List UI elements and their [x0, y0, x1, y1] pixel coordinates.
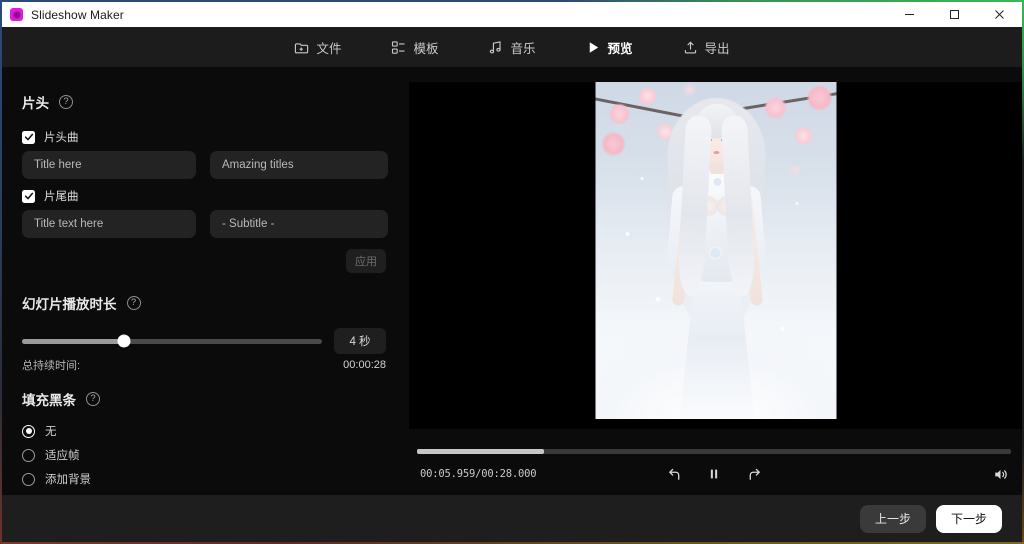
opening-title-checkbox-label: 片头曲: [44, 129, 79, 145]
duration-slider-fill: [22, 339, 124, 344]
duration-value-box: 4 秒: [334, 328, 386, 354]
playback-progress-fill: [417, 449, 544, 454]
ending-title-checkbox-row[interactable]: 片尾曲: [22, 188, 79, 204]
duration-section-header: 幻灯片播放时长 ?: [22, 293, 141, 313]
opening-title-checkbox[interactable]: [22, 131, 35, 144]
ending-title-checkbox-label: 片尾曲: [44, 188, 79, 204]
blackbar-option-none-label: 无: [45, 423, 57, 439]
help-icon-intro[interactable]: ?: [59, 95, 73, 109]
pause-icon[interactable]: [704, 465, 724, 483]
blackbar-option-none[interactable]: 无: [22, 423, 57, 439]
toolbar-item-file[interactable]: 文件: [284, 33, 351, 62]
help-icon-duration[interactable]: ?: [127, 296, 141, 310]
blackbar-section-header: 填充黑条 ?: [22, 389, 100, 409]
waist-gem: [710, 248, 720, 258]
blackbar-section-title: 填充黑条: [22, 389, 76, 409]
maximize-icon[interactable]: [932, 2, 977, 27]
music-note-icon: [488, 40, 503, 55]
ending-title-input[interactable]: [22, 210, 196, 238]
ending-title-checkbox[interactable]: [22, 190, 35, 203]
blackbar-option-background[interactable]: 添加背景: [22, 471, 91, 487]
playback-progress-bar[interactable]: [417, 449, 1011, 454]
toolbar-item-template[interactable]: 模板: [381, 33, 448, 62]
radio-fit-frame[interactable]: [22, 449, 35, 462]
ending-fields-row: [22, 210, 388, 238]
volume-icon[interactable]: [990, 465, 1010, 483]
transport-controls: [406, 465, 1022, 483]
toolbar-item-preview-label: 预览: [608, 38, 633, 57]
player-controls: 00:05.959/00:28.000: [406, 436, 1022, 495]
snow-particle: [625, 232, 629, 236]
snow-particle: [795, 202, 798, 205]
next-step-button[interactable]: 下一步: [936, 505, 1002, 533]
snow-particle: [655, 297, 660, 302]
rewind-arrow-icon[interactable]: [664, 465, 684, 483]
preview-media: [595, 82, 836, 419]
opening-title-input[interactable]: [22, 151, 196, 179]
ending-subtitle-input[interactable]: [210, 210, 388, 238]
intro-section-header: 片头 ?: [22, 92, 73, 112]
radio-add-background[interactable]: [22, 473, 35, 486]
toolbar-item-music-label: 音乐: [510, 38, 535, 57]
duration-section-title: 幻灯片播放时长: [22, 293, 117, 313]
minimize-icon[interactable]: [887, 2, 932, 27]
total-duration-label: 总持续时间:: [22, 357, 80, 373]
toolbar-item-template-label: 模板: [413, 38, 438, 57]
radio-none[interactable]: [22, 425, 35, 438]
toolbar-item-file-label: 文件: [316, 38, 341, 57]
play-icon: [586, 40, 601, 55]
forward-arrow-icon[interactable]: [744, 465, 764, 483]
snow-particle: [640, 177, 643, 180]
intro-section-title: 片头: [22, 92, 49, 112]
window-title: Slideshow Maker: [31, 8, 124, 22]
blackbar-option-fit[interactable]: 适应帧: [22, 447, 80, 463]
window-controls: [887, 2, 1022, 27]
export-icon: [683, 40, 698, 55]
application-window: Slideshow Maker 文件: [0, 0, 1024, 544]
flower-app-icon: [10, 8, 23, 21]
file-add-icon: [294, 40, 309, 55]
total-duration-row: 总持续时间: 00:00:28: [22, 357, 386, 373]
duration-slider[interactable]: [22, 339, 322, 344]
window-border-top: [0, 0, 1024, 2]
apply-button[interactable]: 应用: [346, 249, 386, 273]
toolbar-item-music[interactable]: 音乐: [478, 33, 545, 62]
blackbar-option-fit-label: 适应帧: [45, 447, 80, 463]
opening-fields-row: [22, 151, 388, 179]
total-duration-value: 00:00:28: [343, 359, 386, 371]
toolbar-item-export[interactable]: 导出: [673, 33, 740, 62]
previous-step-button[interactable]: 上一步: [860, 505, 926, 533]
footer-bar: 上一步 下一步: [2, 495, 1022, 542]
blackbar-option-background-label: 添加背景: [45, 471, 91, 487]
main-toolbar: 文件 模板 音乐: [2, 27, 1022, 67]
video-preview-stage[interactable]: [409, 82, 1022, 429]
character-figure: [595, 82, 836, 419]
close-icon[interactable]: [977, 2, 1022, 27]
duration-slider-row: 4 秒: [22, 328, 386, 354]
opening-title-checkbox-row[interactable]: 片头曲: [22, 129, 79, 145]
toolbar-item-export-label: 导出: [705, 38, 730, 57]
snow-particle: [780, 327, 784, 331]
necklace-gem: [713, 178, 721, 186]
title-bar: Slideshow Maker: [2, 2, 1022, 27]
toolbar-item-preview[interactable]: 预览: [576, 33, 643, 62]
opening-subtitle-input[interactable]: [210, 151, 388, 179]
duration-slider-thumb[interactable]: [118, 335, 131, 348]
mouth: [713, 151, 719, 154]
template-icon: [391, 40, 406, 55]
settings-panel: 片头 ? 片头曲 片尾曲 应用 幻灯片播放时长 ?: [2, 67, 406, 495]
window-border-left: [0, 0, 2, 544]
help-icon-blackbar[interactable]: ?: [86, 392, 100, 406]
